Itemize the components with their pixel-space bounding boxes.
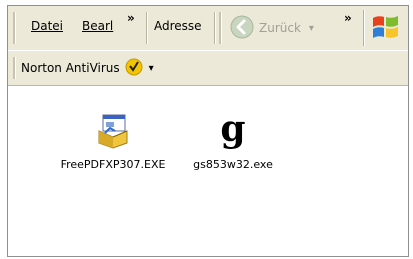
file-item[interactable]: FreePDFXP307.EXE bbox=[53, 113, 173, 171]
norton-toolbar: Norton AntiVirus ▾ bbox=[8, 50, 408, 86]
norton-antivirus-button[interactable]: Norton AntiVirus ▾ bbox=[21, 58, 154, 79]
toolbar-separator bbox=[363, 10, 365, 46]
file-name: gs853w32.exe bbox=[193, 158, 273, 171]
menu-overflow-chevron[interactable]: » bbox=[127, 12, 135, 24]
toolbar-overflow-chevron[interactable]: » bbox=[344, 12, 352, 24]
toolbar-grip[interactable] bbox=[13, 57, 16, 79]
file-name: FreePDFXP307.EXE bbox=[60, 158, 166, 171]
menu-file[interactable]: Datei bbox=[31, 19, 63, 33]
file-view: FreePDFXP307.EXE g gs853w32.exe bbox=[8, 86, 408, 256]
toolbar-grip[interactable] bbox=[13, 12, 16, 44]
back-dropdown-icon[interactable]: ▾ bbox=[309, 23, 314, 34]
windows-logo-icon bbox=[371, 14, 401, 45]
toolbar-grip[interactable] bbox=[219, 12, 222, 44]
ghostscript-icon: g bbox=[216, 108, 250, 152]
address-label[interactable]: Adresse bbox=[154, 19, 202, 33]
svg-text:g: g bbox=[220, 113, 245, 149]
back-arrow-icon bbox=[230, 15, 254, 42]
toolbar-separator bbox=[146, 12, 148, 44]
toolbar-separator bbox=[214, 12, 216, 44]
norton-dropdown-icon[interactable]: ▾ bbox=[149, 63, 154, 74]
explorer-window: Datei Bearl » Adresse Zurück ▾ » Norton … bbox=[7, 5, 409, 257]
norton-shield-icon bbox=[125, 58, 143, 79]
top-toolbar: Datei Bearl » Adresse Zurück ▾ » bbox=[8, 6, 408, 50]
menu-edit[interactable]: Bearl bbox=[82, 19, 113, 33]
back-button[interactable]: Zurück ▾ bbox=[230, 15, 314, 41]
installer-icon bbox=[96, 113, 130, 152]
file-item[interactable]: g gs853w32.exe bbox=[173, 108, 293, 171]
norton-label: Norton AntiVirus bbox=[21, 61, 120, 75]
back-label: Zurück bbox=[259, 21, 301, 35]
